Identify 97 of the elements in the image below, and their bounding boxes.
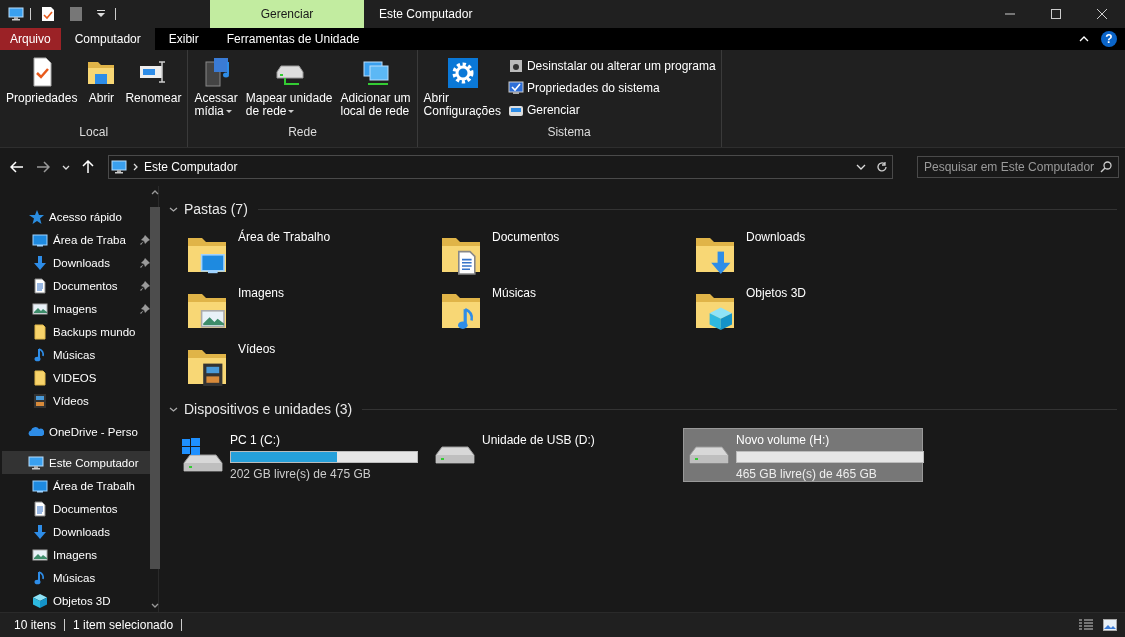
ribbon-button[interactable]: Gerenciar: [505, 100, 718, 120]
help-button[interactable]: ?: [1101, 31, 1117, 47]
folder-label[interactable]: Área de Trabalho: [238, 230, 331, 244]
page-check-icon: [41, 6, 55, 22]
hard-drive-icon: [688, 445, 730, 465]
ribbon-button[interactable]: Renomear: [122, 54, 185, 123]
ribbon-tab[interactable]: Computador: [60, 28, 155, 50]
ribbon-button[interactable]: Acessar mídia: [191, 54, 241, 123]
navigation-item[interactable]: VIDEOS: [2, 366, 150, 390]
ribbon-tab[interactable]: Ferramentas de Unidade: [212, 28, 374, 50]
desktop-icon: [32, 232, 48, 249]
scroll-up-icon: [151, 190, 159, 195]
star-icon: [28, 209, 44, 226]
drive-label: Novo volume (H:): [736, 433, 831, 447]
document-icon: [32, 278, 48, 295]
navigation-item[interactable]: Documentos: [2, 497, 150, 521]
drive-item[interactable]: Unidade de USB (D:): [429, 428, 669, 482]
ribbon-button[interactable]: Desinstalar ou alterar um programa: [505, 56, 718, 76]
folder-label[interactable]: Objetos 3D: [746, 286, 807, 300]
details-view-icon: [1079, 619, 1093, 631]
window-title: Este Computador: [379, 7, 473, 21]
settings-icon: [446, 56, 479, 88]
navigation-item[interactable]: Objetos 3D: [2, 589, 150, 613]
navigation-item[interactable]: Imagens: [2, 543, 150, 567]
ribbon-tab[interactable]: Exibir: [154, 28, 213, 50]
section-header[interactable]: Pastas (7): [184, 201, 248, 217]
ribbon-button[interactable]: Abrir Configurações: [420, 54, 504, 123]
computer-icon: [8, 6, 24, 22]
system-drive-icon: [180, 437, 224, 473]
computer-icon: [111, 159, 127, 175]
ribbon-button[interactable]: Propriedades do sistema: [505, 78, 718, 98]
chevron-down-icon: [62, 164, 70, 170]
document-icon: [32, 500, 48, 517]
search-icon: [1100, 161, 1112, 173]
path-segment[interactable]: Este Computador: [144, 160, 850, 174]
program-box-icon: [507, 58, 524, 74]
navigation-item[interactable]: Downloads: [2, 520, 150, 544]
group-label: Rede: [287, 124, 318, 141]
address-field[interactable]: Este Computador: [108, 155, 893, 179]
navigation-item[interactable]: Acesso rápido: [2, 206, 150, 229]
folder-label[interactable]: Imagens: [238, 286, 285, 300]
navigation-item[interactable]: Área de Trabalh: [2, 474, 150, 498]
forward-arrow-icon: [36, 161, 50, 173]
film-icon: [32, 393, 48, 410]
navigation-item[interactable]: Área de Traba: [2, 229, 150, 252]
download-arrow-icon: [32, 255, 48, 272]
ribbon-button[interactable]: Propriedades: [3, 54, 81, 123]
maximize-icon: [1051, 9, 1061, 19]
context-tab-header[interactable]: Gerenciar: [210, 0, 364, 28]
folder-label[interactable]: Músicas: [492, 286, 536, 300]
hard-drive-icon: [434, 445, 476, 465]
cube-icon: [32, 592, 48, 609]
computer-icon: [28, 454, 44, 471]
chevron-up-icon: [1079, 36, 1089, 42]
picture-icon: [32, 301, 48, 318]
close-icon: [1097, 9, 1107, 19]
download-arrow-icon: [32, 523, 48, 540]
free-space-text: 465 GB livre(s) de 465 GB: [736, 467, 878, 481]
picture-icon: [32, 546, 48, 563]
item-count: 10 itens: [14, 618, 57, 632]
navigation-item[interactable]: Este Computador: [2, 451, 150, 475]
drive-item[interactable]: PC 1 (C:) 202 GB livre(s) de 475 GB: [175, 428, 415, 482]
dropdown-icon: [97, 10, 105, 18]
navigation-item[interactable]: Downloads: [2, 251, 150, 275]
scroll-down-icon: [151, 603, 159, 608]
desktop-icon: [32, 477, 48, 494]
selection-count: 1 item selecionado: [73, 618, 174, 632]
ribbon-button[interactable]: Mapear unidade de rede: [242, 54, 336, 123]
up-arrow-icon: [82, 160, 94, 174]
group-label: Sistema: [546, 124, 592, 141]
scrollbar-thumb[interactable]: [150, 207, 160, 569]
drive-label: Unidade de USB (D:): [482, 433, 595, 447]
back-arrow-icon: [10, 161, 24, 173]
navigation-item[interactable]: Documentos: [2, 274, 150, 298]
ribbon-button[interactable]: Abrir: [82, 54, 121, 123]
section-header[interactable]: Dispositivos e unidades (3): [184, 401, 353, 417]
navigation-item[interactable]: Imagens: [2, 297, 150, 321]
picture-icon: [1103, 619, 1117, 631]
navigation-item[interactable]: Músicas: [2, 566, 150, 590]
chevron-down-icon: [856, 164, 866, 170]
ribbon-tab[interactable]: Arquivo: [0, 28, 61, 50]
navigation-item[interactable]: OneDrive - Perso: [2, 420, 150, 444]
chevron-right-icon: [133, 163, 138, 171]
folder-label[interactable]: Vídeos: [238, 342, 276, 356]
refresh-icon: [876, 161, 888, 173]
drive-item[interactable]: Novo volume (H:) 465 GB livre(s) de 465 GB: [683, 428, 923, 482]
navigation-item[interactable]: Músicas: [2, 343, 150, 367]
group-label: Local: [78, 124, 110, 141]
drive-label: PC 1 (C:): [230, 433, 281, 447]
monitor-check-icon: [507, 80, 524, 96]
folder-label[interactable]: Downloads: [746, 230, 806, 244]
search-field[interactable]: Pesquisar em Este Computador: [917, 156, 1119, 178]
navigation-item[interactable]: Backups mundo: [2, 320, 150, 344]
free-space-text: 202 GB livre(s) de 475 GB: [230, 467, 372, 481]
navigation-item[interactable]: Vídeos: [2, 389, 150, 413]
ribbon-button[interactable]: Adicionar um local de rede: [337, 54, 414, 123]
folder-label[interactable]: Documentos: [492, 230, 560, 244]
